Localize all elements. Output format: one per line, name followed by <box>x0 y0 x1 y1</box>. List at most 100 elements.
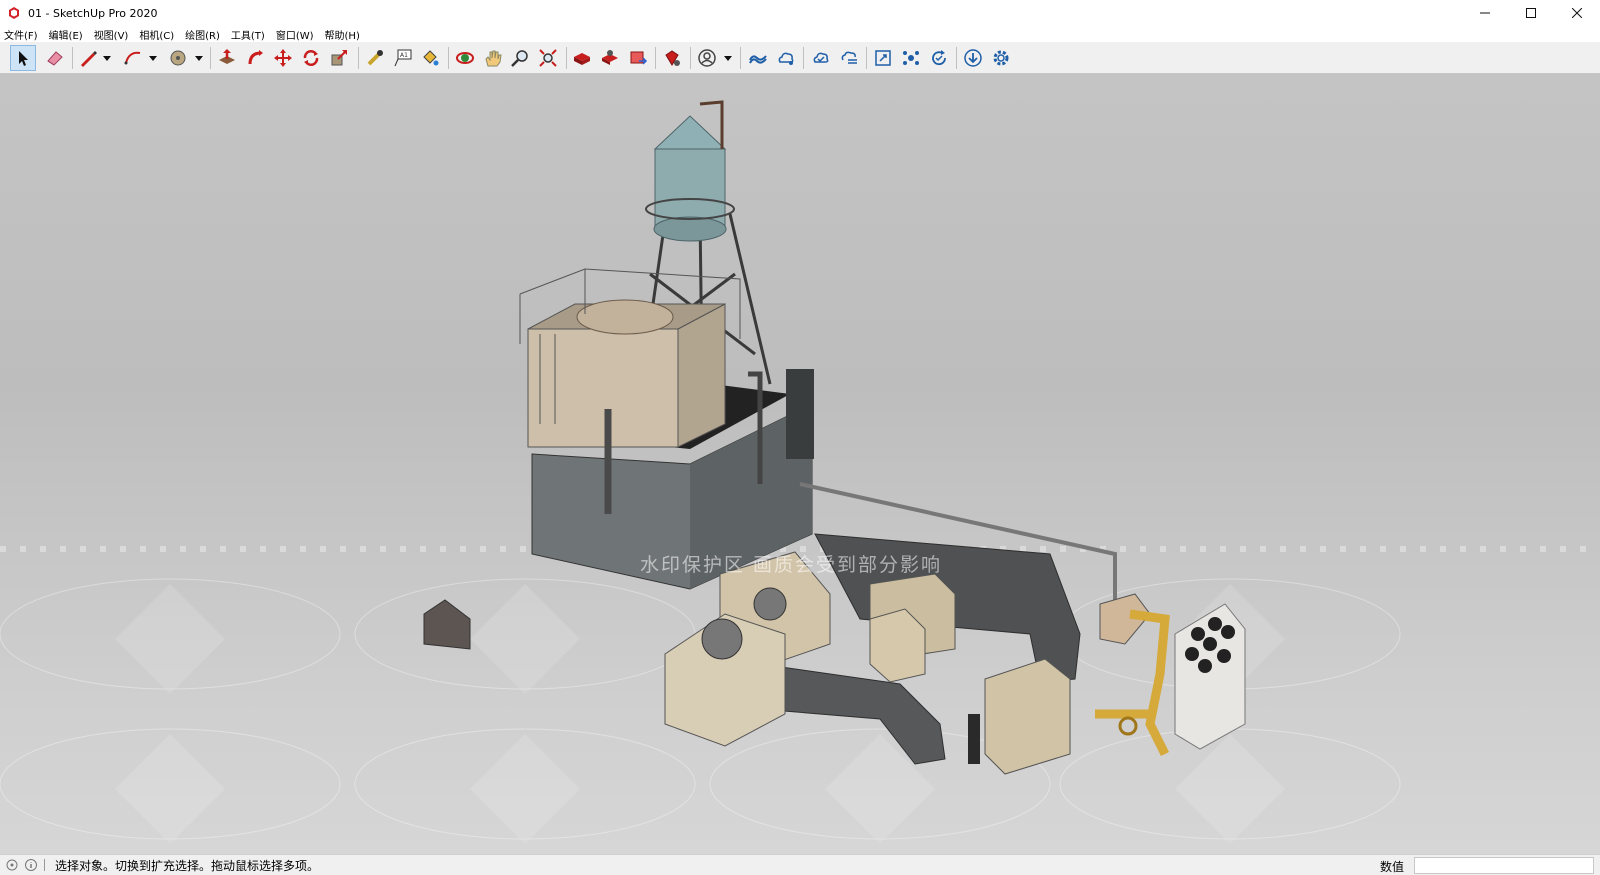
zoom-extents-tool-button[interactable] <box>535 45 561 71</box>
orbit-icon <box>456 52 474 64</box>
layout-button[interactable] <box>625 45 651 71</box>
layout-icon <box>630 51 648 65</box>
gear-icon <box>993 50 1009 66</box>
follow-me-tool-button[interactable] <box>243 45 269 71</box>
push-pull-icon <box>219 49 235 64</box>
paint-bucket-tool-button[interactable] <box>417 45 443 71</box>
rotate-tool-button[interactable] <box>298 45 324 71</box>
roof-vent <box>423 599 471 650</box>
3d-warehouse-button[interactable] <box>569 45 595 71</box>
paint-bucket-icon <box>423 50 439 66</box>
menu-draw[interactable]: 绘图(R) <box>185 27 220 42</box>
status-message: 选择对象。切换到扩充选择。拖动鼠标选择多项。 <box>55 858 320 873</box>
minimize-button[interactable] <box>1462 0 1508 26</box>
toolbar-separator <box>448 47 449 69</box>
eraser-tool-button[interactable] <box>42 45 68 71</box>
menu-help[interactable]: 帮助(H) <box>325 27 360 42</box>
arrow-cursor-icon <box>19 51 28 66</box>
menu-camera[interactable]: 相机(C) <box>139 27 174 42</box>
warehouse-icon <box>574 53 590 65</box>
menu-window[interactable]: 窗口(W) <box>276 27 314 42</box>
toolbar-separator <box>740 47 741 69</box>
tape-measure-icon <box>367 50 383 66</box>
close-button[interactable] <box>1554 0 1600 26</box>
trimble-connect-icon <box>749 55 767 64</box>
cloud-collab-button[interactable] <box>836 45 862 71</box>
menu-bar: 文件(F) 编辑(E) 视图(V) 相机(C) 绘图(R) 工具(T) 窗口(W… <box>0 26 1600 42</box>
svg-text:A1: A1 <box>400 52 408 59</box>
user-account-icon <box>698 49 716 67</box>
toolbar-separator <box>803 47 804 69</box>
pan-tool-button[interactable] <box>480 45 506 71</box>
toolbar-separator <box>566 47 567 69</box>
toolbar-separator <box>655 47 656 69</box>
shape-tool-button[interactable] <box>165 45 191 71</box>
account-button[interactable] <box>694 45 720 71</box>
text-tool-button[interactable]: A1 <box>390 45 416 71</box>
menu-view[interactable]: 视图(V) <box>94 27 129 42</box>
rotate-icon <box>303 50 319 66</box>
cloud-check-icon <box>813 52 829 63</box>
status-separator <box>44 859 45 871</box>
toolbar-separator <box>866 47 867 69</box>
shape-dropdown-icon[interactable] <box>195 54 203 62</box>
info-icon[interactable] <box>24 858 38 872</box>
scene-fit-button[interactable] <box>870 45 896 71</box>
title-bar: 01 - SketchUp Pro 2020 <box>0 0 1600 26</box>
status-bar: 选择对象。切换到扩充选择。拖动鼠标选择多项。 数值 <box>0 854 1600 875</box>
line-tool-button[interactable] <box>75 45 101 71</box>
frame-expand-icon <box>875 50 891 66</box>
zoom-tool-button[interactable] <box>507 45 533 71</box>
sketchup-logo-icon <box>9 7 19 19</box>
scale-tool-button[interactable] <box>326 45 352 71</box>
refresh-check-icon <box>932 50 946 66</box>
refresh-button[interactable] <box>926 45 952 71</box>
trimble-share-button[interactable] <box>773 45 799 71</box>
extension-manager-button[interactable] <box>659 45 685 71</box>
download-circle-icon <box>964 49 982 67</box>
watermark-text: 水印保护区 画质会受到部分影响 <box>640 554 943 576</box>
toolbar-separator <box>358 47 359 69</box>
cloud-sync-button[interactable] <box>808 45 834 71</box>
arc-icon <box>124 51 141 65</box>
circle-shape-icon <box>170 50 186 66</box>
account-dropdown-icon[interactable] <box>724 54 732 62</box>
trimble-connect-button[interactable] <box>745 45 771 71</box>
window-title: 01 - SketchUp Pro 2020 <box>28 6 158 20</box>
measurements-input[interactable] <box>1414 857 1594 874</box>
push-pull-tool-button[interactable] <box>214 45 240 71</box>
settings-button[interactable] <box>988 45 1014 71</box>
measurements-label: 数值 <box>1380 860 1405 874</box>
hand-icon <box>485 50 502 67</box>
menu-file[interactable]: 文件(F) <box>4 27 38 42</box>
pencil-icon <box>81 51 97 67</box>
sketchup-window: 01 - SketchUp Pro 2020 文件(F) 编辑(E) 视图(V)… <box>0 0 1600 875</box>
component-tools-button[interactable] <box>898 45 924 71</box>
menu-tools[interactable]: 工具(T) <box>231 27 265 42</box>
download-button[interactable] <box>960 45 986 71</box>
eraser-icon <box>47 51 63 66</box>
select-tool-button[interactable] <box>10 45 36 71</box>
magnifier-icon <box>511 50 528 67</box>
cloud-share-icon <box>778 52 794 65</box>
orbit-tool-button[interactable] <box>452 45 478 71</box>
geo-location-icon[interactable] <box>5 858 19 872</box>
main-toolbar: A1 <box>0 42 1600 74</box>
toolbar-separator <box>72 47 73 69</box>
menu-edit[interactable]: 编辑(E) <box>49 27 83 42</box>
tape-measure-tool-button[interactable] <box>362 45 388 71</box>
extension-warehouse-button[interactable] <box>597 45 623 71</box>
toolbar-separator <box>210 47 211 69</box>
rooftop-hvac-model <box>0 100 1600 844</box>
maximize-button[interactable] <box>1508 0 1554 26</box>
nodes-icon <box>903 51 919 65</box>
model-viewport[interactable]: 水印保护区 画质会受到部分影响 <box>0 74 1600 854</box>
toolbar-separator <box>956 47 957 69</box>
arc-dropdown-icon[interactable] <box>149 54 157 62</box>
window-controls <box>1462 0 1600 26</box>
move-icon <box>274 49 292 67</box>
line-dropdown-icon[interactable] <box>103 54 111 62</box>
minimize-icon <box>1480 12 1490 14</box>
arc-tool-button[interactable] <box>120 45 146 71</box>
move-tool-button[interactable] <box>270 45 296 71</box>
